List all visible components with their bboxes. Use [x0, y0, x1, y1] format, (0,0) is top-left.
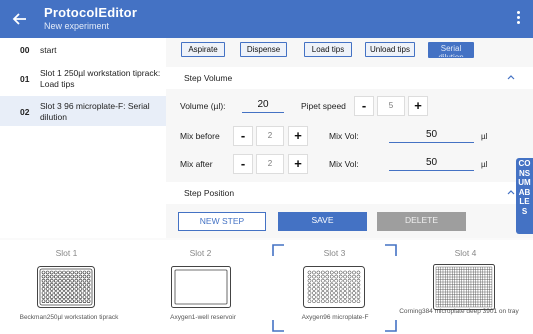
tab-dispense[interactable]: Dispense	[240, 42, 287, 57]
step-item-serial-dilution[interactable]: 02 Slot 3 96 microplate-F: Serial diluti…	[0, 96, 166, 126]
microplate-icon	[303, 266, 365, 308]
arrow-left-icon[interactable]	[10, 9, 30, 29]
labware-name: Axygen1-well reservoir	[170, 314, 236, 321]
tab-aspirate[interactable]: Aspirate	[181, 42, 225, 57]
unit-label: µl	[481, 160, 488, 169]
volume-label: Volume (µl):	[180, 101, 226, 111]
experiment-name: New experiment	[44, 21, 110, 31]
chevron-up-icon	[507, 190, 515, 195]
step-number: 01	[20, 74, 30, 84]
step-item-load-tips[interactable]: 01 Slot 1 250µl workstation tiprack: Loa…	[0, 62, 166, 94]
mix-before-label: Mix before	[180, 131, 220, 141]
volume-input[interactable]: 20	[242, 99, 284, 113]
deck-slot-4[interactable]: Slot 4 Corning384 microplate deep 3901 o…	[399, 240, 528, 334]
new-step-button[interactable]: NEW STEP	[178, 212, 266, 231]
app-title: ProtocolEditor	[44, 5, 138, 20]
app-bar: ProtocolEditor New experiment	[0, 0, 533, 38]
step-list: 00 start 01 Slot 1 250µl workstation tip…	[0, 38, 166, 238]
pipet-speed-value[interactable]: 5	[377, 96, 405, 116]
save-button[interactable]: SAVE	[278, 212, 367, 231]
mix-after-decrement[interactable]: -	[233, 154, 253, 174]
mix-after-value[interactable]: 2	[256, 154, 284, 174]
mix-vol-label: Mix Vol:	[329, 159, 359, 169]
delete-button[interactable]: DELETE	[377, 212, 466, 231]
consumables-label-part: S	[521, 206, 528, 216]
chevron-up-icon	[507, 75, 515, 80]
section-title: Step Position	[184, 188, 235, 198]
step-label: Slot 3 96 microplate-F: Serial dilution	[40, 101, 150, 122]
mix-after-label: Mix after	[180, 159, 213, 169]
consumables-label-part: UM	[518, 178, 531, 187]
step-volume-header[interactable]: Step Volume	[166, 67, 533, 89]
consumables-tab[interactable]: CO NS UM AB LE S	[516, 158, 533, 234]
mix-vol-after-input[interactable]: 50	[389, 157, 474, 171]
step-label: Slot 1 250µl workstation tiprack: Load t…	[40, 68, 161, 89]
pipet-speed-label: Pipet speed	[301, 101, 346, 111]
slot-name: Slot 4	[454, 248, 477, 258]
slot-name: Slot 2	[189, 248, 212, 258]
step-label: start	[40, 45, 57, 55]
deck-slot-1[interactable]: Slot 1 Beckman250µl workstation tiprack	[4, 240, 129, 334]
reservoir-icon	[171, 266, 231, 308]
slot-name: Slot 1	[55, 248, 78, 258]
mix-after-increment[interactable]: +	[288, 154, 308, 174]
step-position-header[interactable]: Step Position	[166, 182, 533, 204]
pipet-speed-increment[interactable]: +	[408, 96, 428, 116]
deck-slot-3[interactable]: Slot 3 Axygen96 microplate-F	[272, 240, 397, 332]
step-number: 00	[20, 45, 30, 55]
unit-label: µl	[481, 132, 488, 141]
consumables-label-part: AB	[518, 187, 531, 197]
deck-layout: Slot 1 Beckman250µl workstation tiprack …	[0, 240, 533, 334]
tab-load-tips[interactable]: Load tips	[304, 42, 352, 57]
mix-vol-label: Mix Vol:	[329, 131, 359, 141]
consumables-label-part: NS	[518, 168, 531, 178]
more-vert-icon[interactable]	[515, 11, 521, 27]
pipet-speed-decrement[interactable]: -	[354, 96, 374, 116]
tab-serial-dilution[interactable]: Serial dilution	[428, 42, 474, 58]
labware-name: Axygen96 microplate-F	[301, 314, 369, 321]
mix-before-decrement[interactable]: -	[233, 126, 253, 146]
step-editor: Aspirate Dispense Load tips Unload tips …	[166, 38, 533, 238]
mix-before-value[interactable]: 2	[256, 126, 284, 146]
tab-unload-tips[interactable]: Unload tips	[365, 42, 415, 57]
step-number: 02	[20, 107, 30, 117]
tiprack-icon	[37, 266, 95, 308]
deck-slot-2[interactable]: Slot 2 Axygen1-well reservoir	[138, 240, 263, 334]
slot-name: Slot 3	[323, 248, 346, 258]
labware-name: Corning384 microplate deep 3901 on tray	[399, 308, 519, 315]
section-title: Step Volume	[184, 73, 233, 83]
deep-well-plate-icon	[433, 264, 495, 310]
mix-vol-before-input[interactable]: 50	[389, 129, 474, 143]
consumables-label-part: CO	[518, 159, 531, 168]
labware-name: Beckman250µl workstation tiprack	[19, 314, 119, 321]
consumables-label-part: LE	[519, 197, 530, 206]
step-item-start[interactable]: 00 start	[0, 38, 166, 60]
mix-before-increment[interactable]: +	[288, 126, 308, 146]
